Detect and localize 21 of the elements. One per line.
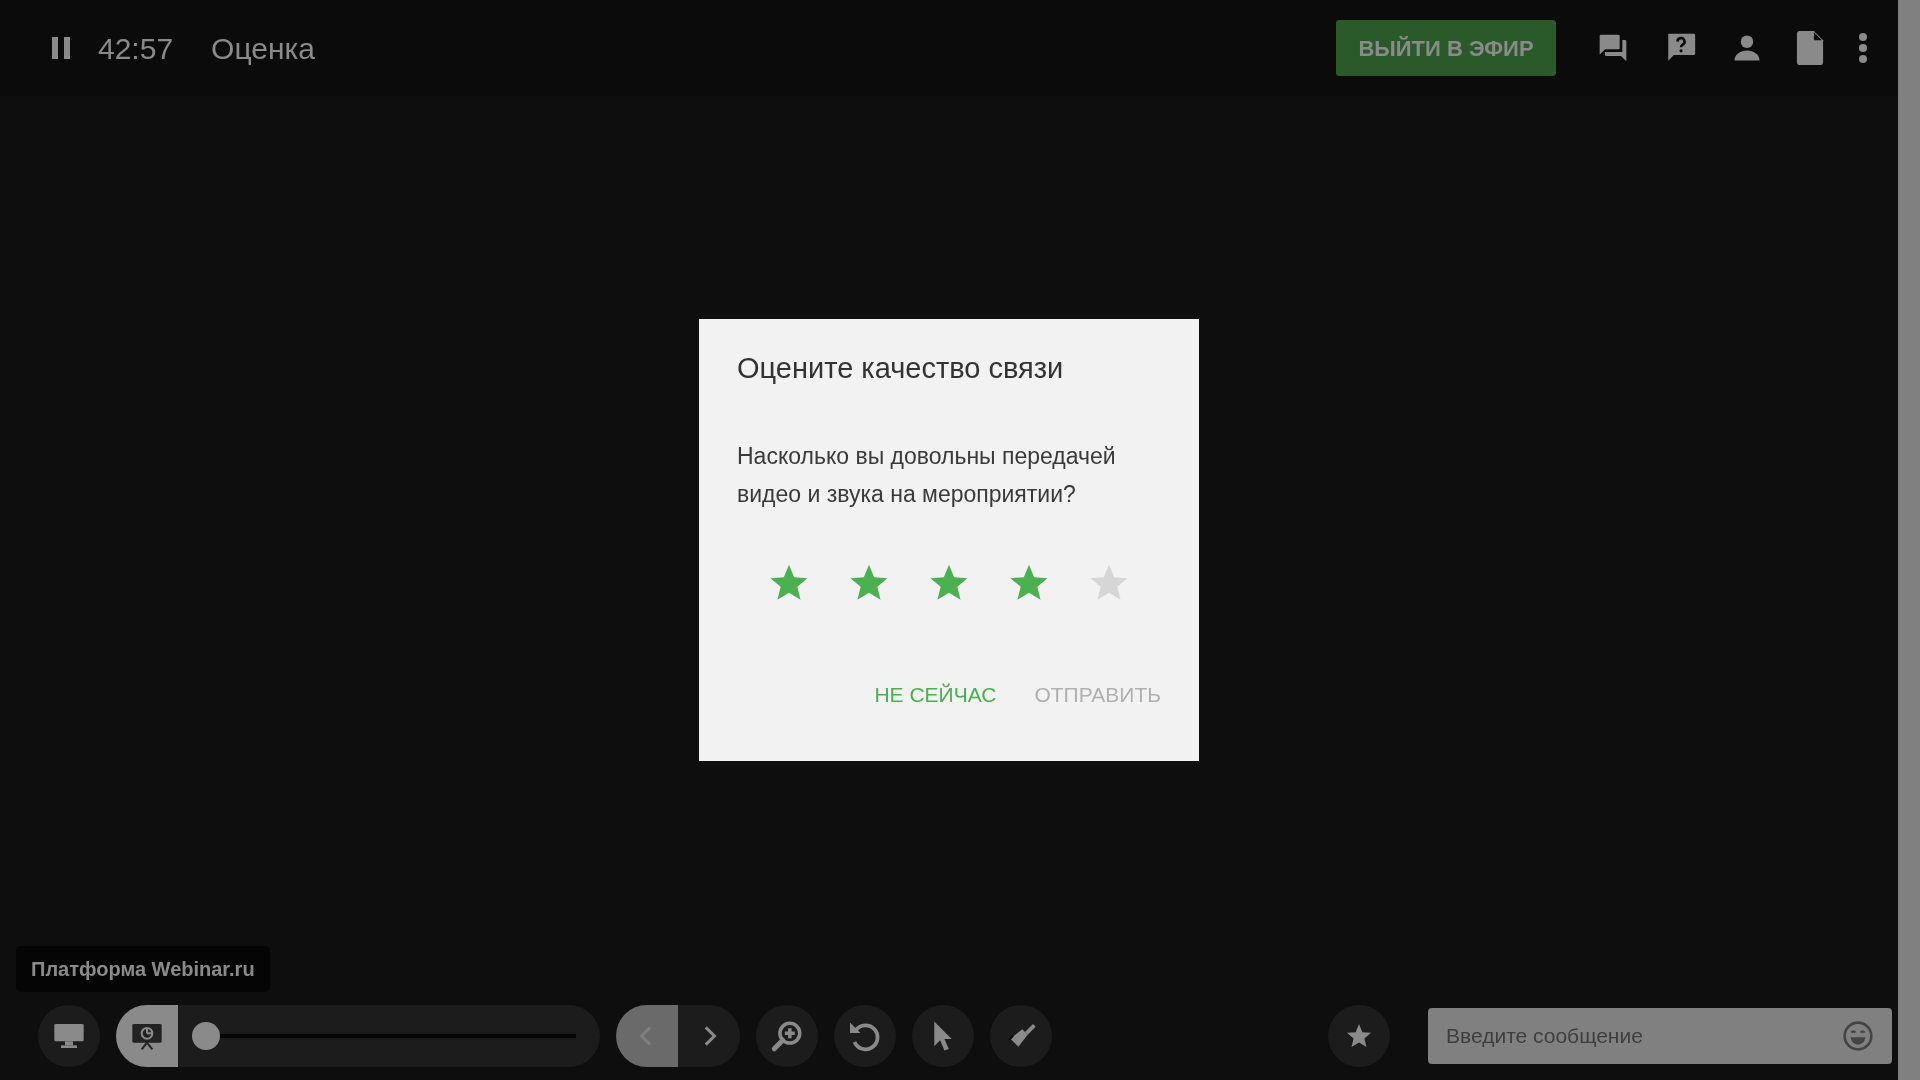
presentation-icon <box>131 1021 163 1051</box>
page-title: Оценка <box>211 30 315 67</box>
dialog-title: Оцените качество связи <box>737 351 1065 386</box>
go-live-button[interactable]: ВЫЙТИ В ЭФИР <box>1336 20 1556 76</box>
star-icon <box>1346 1023 1372 1049</box>
pointer-icon <box>932 1020 954 1052</box>
dialog-button[interactable]: НЕ СЕЙЧАС <box>874 678 997 710</box>
platform-label: Платформа Webinar.ru <box>16 946 270 992</box>
message-field[interactable]: Введите сообщение <box>1428 1008 1892 1064</box>
monitor-icon <box>53 1022 85 1050</box>
slide-slider[interactable] <box>178 1005 600 1067</box>
presentation-mode-button[interactable] <box>116 1005 178 1067</box>
scrollbar[interactable] <box>1898 0 1920 1080</box>
emoji-icon[interactable] <box>1842 1020 1874 1052</box>
more-icon[interactable] <box>1858 33 1868 63</box>
slider-thumb[interactable] <box>192 1022 220 1050</box>
document-icon[interactable] <box>1796 31 1824 65</box>
pause-icon[interactable] <box>50 36 72 60</box>
zoom-in-icon <box>770 1019 804 1053</box>
dialog-question: Насколько вы довольны передачей видео и звука на мероприятии? <box>737 441 1117 509</box>
timer: 42:57 <box>98 30 174 67</box>
